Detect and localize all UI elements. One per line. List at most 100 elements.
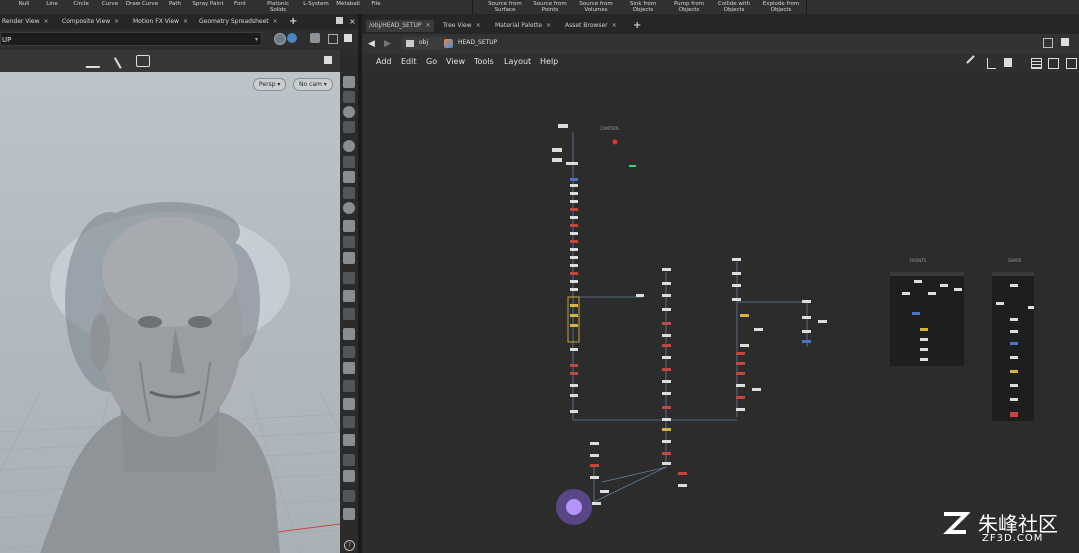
tab-network-head-setup[interactable]: /obj/HEAD_SETUP ×: [366, 20, 434, 32]
close-icon[interactable]: ×: [426, 22, 431, 29]
tab-composite-view[interactable]: Composite View ×: [62, 16, 119, 27]
forward-arrow-icon[interactable]: ▶: [384, 39, 391, 49]
abc-icon[interactable]: [343, 454, 355, 466]
shelf-tool-draw-curve[interactable]: Draw Curve: [126, 1, 158, 7]
add-tab-icon[interactable]: +: [630, 20, 644, 32]
shelf-tool-source-from-volumes[interactable]: Source from Volumes: [575, 1, 617, 13]
blend-icon[interactable]: [343, 346, 355, 358]
shelf-tool-l-system[interactable]: L-System: [303, 1, 328, 7]
grid-view-icon[interactable]: [1048, 58, 1059, 69]
close-pane-icon[interactable]: ×: [349, 16, 356, 27]
shelf-tool-explode-from-objects[interactable]: Explode from Objects: [761, 1, 801, 13]
perspective-button[interactable]: Persp ▾: [253, 78, 287, 91]
lightbulb-icon[interactable]: [343, 187, 355, 199]
shelf-tool-curve[interactable]: Curve: [102, 1, 118, 7]
dot-icon[interactable]: [343, 272, 355, 284]
light-icon[interactable]: [343, 156, 355, 168]
display-options-icon[interactable]: [324, 56, 332, 64]
maximize-icon[interactable]: [1061, 38, 1069, 46]
close-icon[interactable]: ×: [612, 22, 617, 29]
tab-asset-browser[interactable]: Asset Browser ×: [562, 20, 620, 32]
edge-icon[interactable]: [343, 290, 355, 302]
close-icon[interactable]: ×: [114, 18, 119, 25]
lock-icon[interactable]: [343, 106, 355, 118]
note-icon[interactable]: [1004, 58, 1012, 67]
globe-icon[interactable]: [287, 33, 297, 43]
path-dropdown-icon[interactable]: ▾: [255, 36, 258, 43]
tab-motion-fx-view[interactable]: Motion FX View ×: [133, 16, 188, 27]
close-icon[interactable]: ×: [476, 22, 481, 29]
shelf-tool-pump-from-objects[interactable]: Pump from Objects: [669, 1, 709, 13]
shelf-tool-line[interactable]: Line: [46, 1, 57, 7]
render-icon[interactable]: [343, 76, 355, 88]
scene-viewport[interactable]: Persp ▾ No cam ▾: [0, 72, 340, 553]
bone-icon[interactable]: [343, 308, 355, 320]
close-icon[interactable]: ×: [44, 18, 49, 25]
shelf-tool-source-from-surface[interactable]: Source from Surface: [485, 1, 525, 13]
tab-render-view[interactable]: Render View ×: [2, 16, 49, 27]
magnifier-icon[interactable]: [343, 140, 355, 152]
shelf-tool-font[interactable]: Font: [234, 1, 246, 7]
tab-tree-view[interactable]: Tree View ×: [440, 20, 484, 32]
normals-icon[interactable]: [343, 380, 355, 392]
shelf-tool-metaball[interactable]: Metaball: [336, 1, 360, 7]
shelf-tool-sink-from-objects[interactable]: Sink from Objects: [623, 1, 663, 13]
handle-icon[interactable]: [136, 55, 150, 67]
shelf-tool-collide-with-objects[interactable]: Collide with Objects: [714, 1, 754, 13]
menu-go[interactable]: Go: [426, 57, 437, 66]
camera-button[interactable]: No cam ▾: [293, 78, 333, 91]
network-editor[interactable]: CONTROL FRONTS SHAPE: [362, 72, 1079, 553]
select-icon[interactable]: [113, 51, 133, 69]
layout-icon[interactable]: [328, 34, 338, 44]
add-tab-icon[interactable]: +: [289, 16, 297, 27]
back-arrow-icon[interactable]: ◀: [368, 39, 375, 49]
path-segment-obj[interactable]: obj: [402, 37, 447, 50]
menu-view[interactable]: View: [446, 57, 465, 66]
menu-edit[interactable]: Edit: [401, 57, 417, 66]
wire-icon[interactable]: [343, 236, 355, 248]
eye-icon[interactable]: [343, 328, 355, 340]
bulb-icon[interactable]: [343, 171, 355, 183]
menu-add[interactable]: Add: [376, 57, 392, 66]
pin-icon[interactable]: [274, 33, 286, 45]
move-icon[interactable]: [343, 416, 355, 428]
close-icon[interactable]: ×: [183, 18, 188, 25]
corner-icon[interactable]: [343, 362, 355, 374]
ghost-icon[interactable]: [343, 490, 355, 502]
menu-help[interactable]: Help: [540, 57, 558, 66]
shelf-tool-circle[interactable]: Circle: [73, 1, 88, 7]
point-light-icon[interactable]: [343, 202, 355, 214]
tab-material-palette[interactable]: Material Palette ×: [492, 20, 554, 32]
snapshot-icon[interactable]: [343, 470, 355, 482]
path-field[interactable]: UP: [0, 32, 262, 46]
shelf-tool-path[interactable]: Path: [169, 1, 181, 7]
menu-tools[interactable]: Tools: [474, 57, 494, 66]
tool-icon[interactable]: [343, 91, 355, 103]
close-icon[interactable]: ×: [273, 18, 278, 25]
info-icon[interactable]: ?: [344, 540, 355, 551]
menu-layout[interactable]: Layout: [504, 57, 531, 66]
vis-icon[interactable]: [343, 121, 355, 133]
close-icon[interactable]: ×: [546, 22, 551, 29]
shelf-tool-file[interactable]: File: [371, 1, 380, 7]
camera-icon[interactable]: [310, 33, 320, 43]
snap-icon[interactable]: [85, 54, 105, 68]
tab-geometry-spreadsheet[interactable]: Geometry Spreadsheet ×: [199, 16, 278, 27]
shelf-tool-null[interactable]: Null: [19, 1, 30, 7]
points-icon[interactable]: [343, 252, 355, 264]
path-segment-head-setup[interactable]: HEAD_SETUP: [442, 37, 522, 50]
maximize-icon[interactable]: [344, 34, 352, 42]
list-view-icon[interactable]: [1031, 58, 1042, 69]
square-icon[interactable]: [343, 434, 355, 446]
shelf-tool-platonic-solids[interactable]: Platonic Solids: [263, 1, 293, 13]
shelf-tool-source-from-points[interactable]: Source from Points: [531, 1, 569, 13]
layout-icon[interactable]: [1043, 38, 1053, 48]
screenshot-icon[interactable]: [343, 508, 355, 520]
tree-icon[interactable]: [987, 58, 996, 69]
shelf-tool-spray-paint[interactable]: Spray Paint: [192, 1, 223, 7]
shading-icon[interactable]: [343, 220, 355, 232]
wrench-icon[interactable]: [966, 55, 982, 71]
uv-icon[interactable]: [343, 398, 355, 410]
pane-menu-icon[interactable]: [336, 17, 343, 24]
tile-view-icon[interactable]: [1066, 58, 1077, 69]
